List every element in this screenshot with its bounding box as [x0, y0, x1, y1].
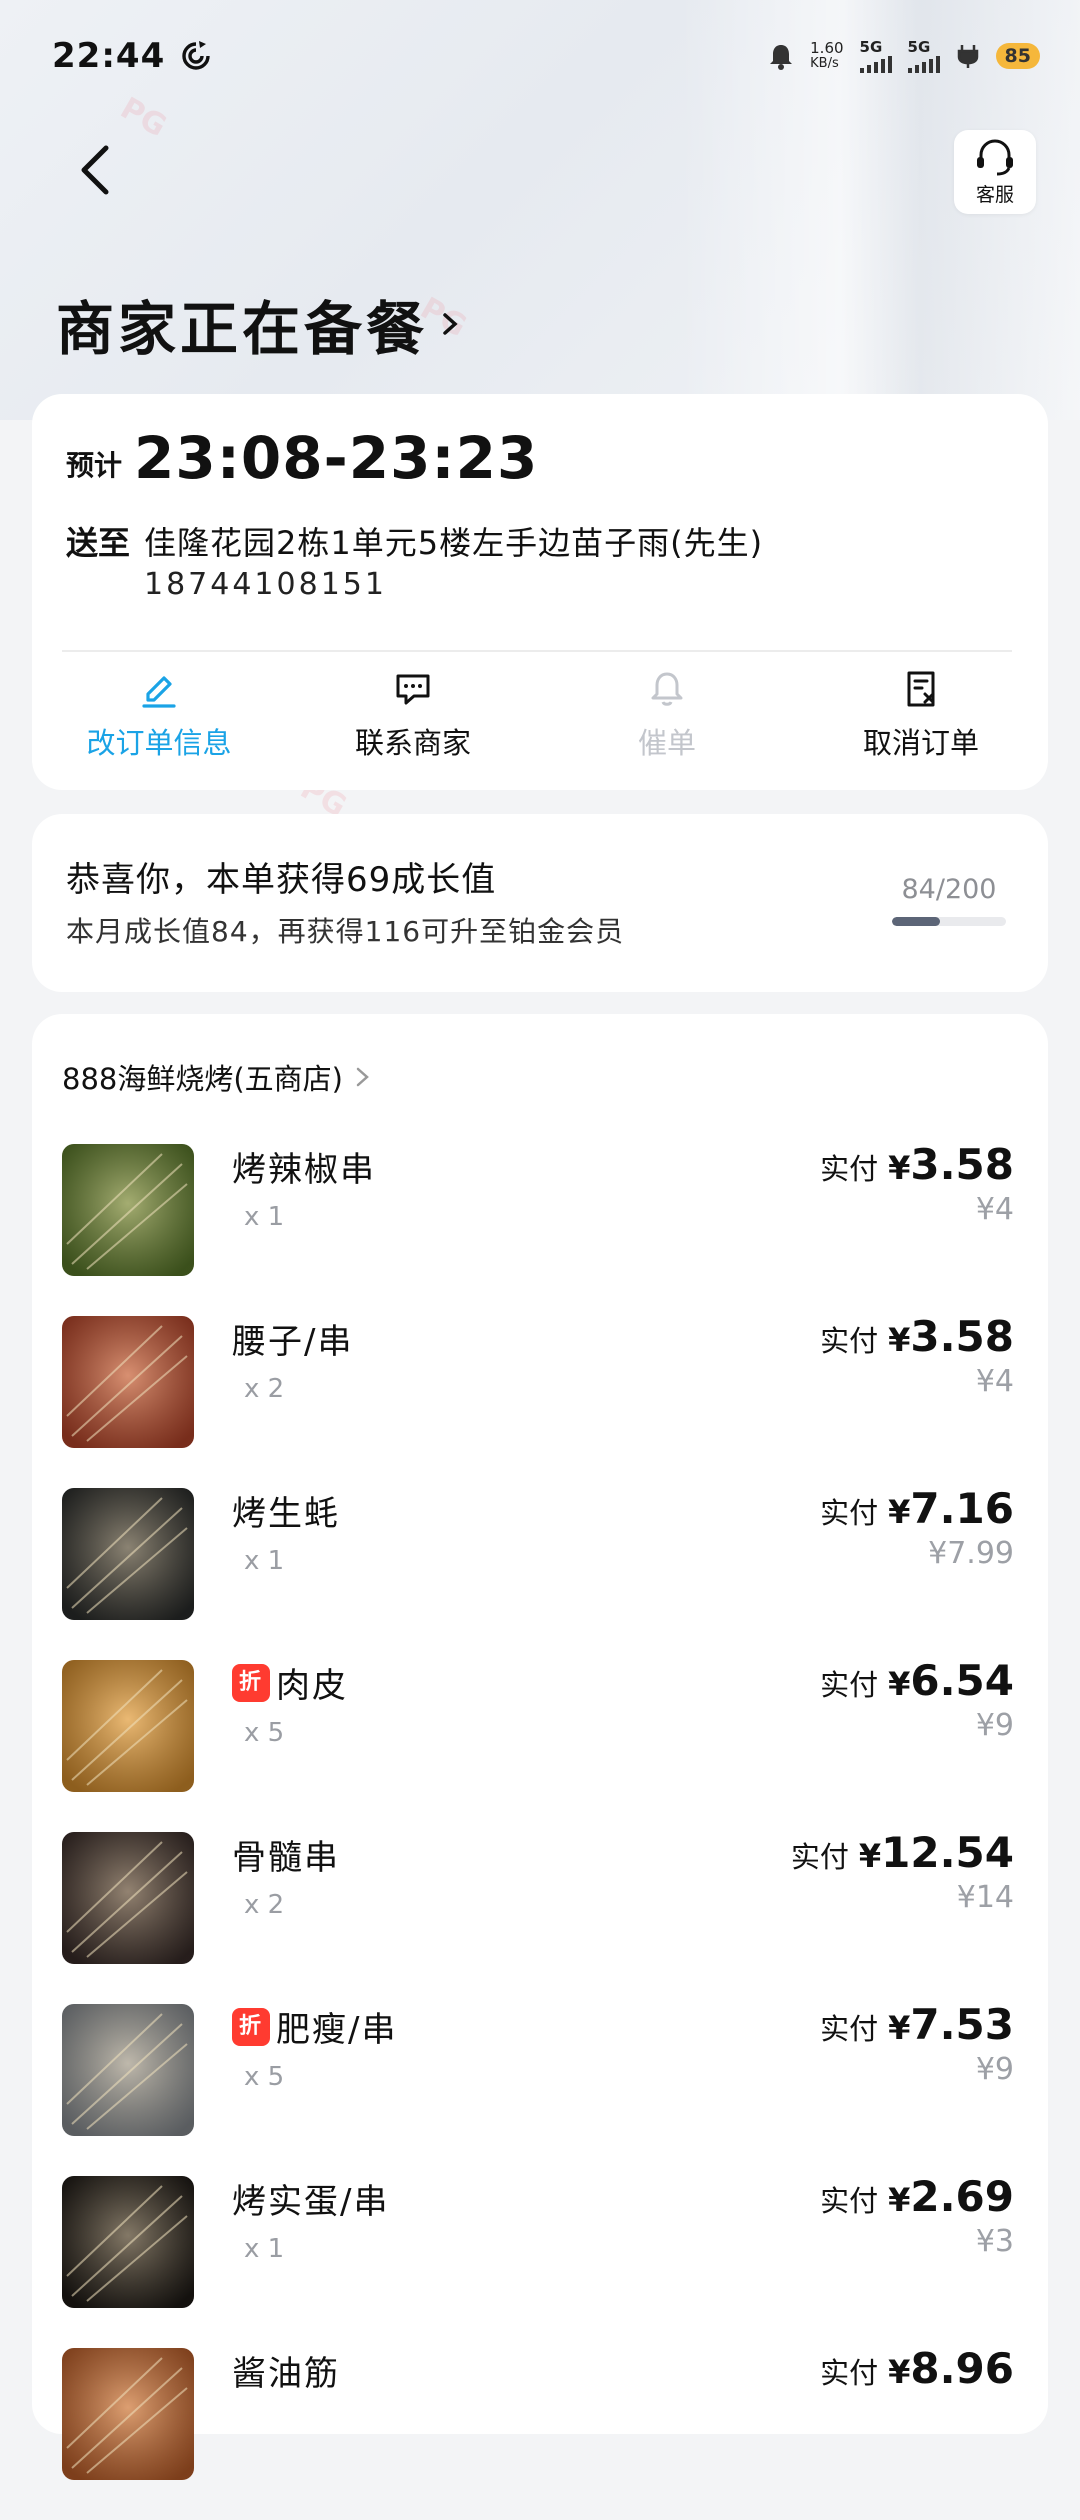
item-paid-price: 实付 ¥7.16 [820, 1484, 1014, 1533]
item-paid-price: 实付 ¥6.54 [820, 1656, 1014, 1705]
item-paid-price: 实付 ¥3.58 [820, 1312, 1014, 1361]
order-item[interactable]: 腰子/串 x 2 实付 ¥3.58 ¥4 [62, 1312, 1014, 1488]
item-name: 酱油筋 [232, 2354, 340, 2394]
order-items-card: 888海鲜烧烤(五商店) 烤辣椒串 x 1 实付 ¥3.58 ¥4 腰子/串 x 2 实付 ¥3… [32, 1014, 1048, 2480]
item-name: 折肥瘦/串 [232, 2002, 397, 2051]
address-label: 送至 [66, 524, 131, 562]
divider [62, 650, 1012, 652]
sim2-signal: 5G [907, 39, 940, 73]
address-text: 佳隆花园2栋1单元5楼左手边苗子雨(先生) [144, 524, 764, 562]
cancel-doc-icon [907, 671, 935, 707]
order-item[interactable]: 折肉皮 x 5 实付 ¥6.54 ¥9 [62, 1656, 1014, 1832]
item-name: 烤生蚝 [232, 1494, 340, 1534]
item-original-price: ¥7.99 [928, 1536, 1014, 1571]
item-original-price: ¥3 [975, 2224, 1014, 2259]
item-original-price: ¥4 [975, 1364, 1014, 1399]
growth-progress-text: 84/200 [901, 874, 997, 905]
eta: 预计 23:08-23:23 [66, 424, 538, 492]
item-name: 骨髓串 [232, 1838, 340, 1878]
item-quantity: x 5 [244, 1718, 285, 1748]
discount-tag: 折 [232, 1663, 270, 1702]
order-status-title[interactable]: 商家正在备餐 [56, 282, 460, 366]
order-actions: 改订单信息 联系商家 催单 取消订单 [32, 668, 1048, 768]
bell-icon [651, 672, 683, 706]
item-quantity: x 1 [244, 2234, 285, 2264]
growth-detail: 本月成长值84，再获得116可升至铂金会员 [66, 915, 625, 948]
chat-icon [396, 674, 430, 705]
growth-headline: 恭喜你，本单获得69成长值 [66, 860, 497, 900]
item-image [62, 1488, 194, 1620]
item-paid-price: 实付 ¥7.53 [820, 2000, 1014, 2049]
sim1-signal: 5G [859, 39, 892, 73]
delivery-card: 预计 23:08-23:23 送至 佳隆花园2栋1单元5楼左手边苗子雨(先生) … [32, 394, 1048, 790]
item-quantity: x 5 [244, 2062, 285, 2092]
eta-label: 预计 [66, 449, 123, 482]
delivery-address: 送至 佳隆花园2栋1单元5楼左手边苗子雨(先生) 18744108151 [66, 522, 763, 606]
item-name: 腰子/串 [232, 1322, 354, 1362]
item-image [62, 2348, 194, 2480]
item-image [62, 2176, 194, 2308]
item-paid-price: 实付 ¥3.58 [820, 1140, 1014, 1189]
item-name: 折肉皮 [232, 1658, 348, 1707]
item-name: 烤实蛋/串 [232, 2182, 390, 2222]
eta-time: 23:08-23:23 [134, 424, 539, 492]
item-name: 烤辣椒串 [232, 1150, 376, 1190]
item-original-price: ¥9 [975, 1708, 1014, 1743]
growth-progress: 84/200 [892, 874, 1006, 926]
order-item[interactable]: 烤辣椒串 x 1 实付 ¥3.58 ¥4 [62, 1140, 1014, 1316]
item-quantity: x 1 [244, 1202, 285, 1232]
order-item[interactable]: 烤生蚝 x 1 实付 ¥7.16 ¥7.99 [62, 1484, 1014, 1660]
item-original-price: ¥14 [956, 1880, 1014, 1915]
item-image [62, 2004, 194, 2136]
net-speed: 1.60 KB/s [810, 39, 844, 71]
item-original-price: ¥4 [975, 1192, 1014, 1227]
item-original-price: ¥9 [975, 2052, 1014, 2087]
order-item[interactable]: 折肥瘦/串 x 5 实付 ¥7.53 ¥9 [62, 2000, 1014, 2176]
phone-number: 18744108151 [144, 567, 387, 602]
chevron-right-icon [356, 1067, 369, 1087]
discount-tag: 折 [232, 2007, 270, 2046]
edit-order-button[interactable]: 改订单信息 [32, 668, 286, 768]
status-bar: 22:44 1.60 KB/s 5G 5G 85 [52, 32, 1040, 80]
item-quantity: x 2 [244, 1374, 285, 1404]
sync-icon [182, 41, 210, 70]
customer-service-label: 客服 [975, 183, 1014, 206]
customer-service-button[interactable]: 客服 [954, 130, 1036, 214]
item-paid-price: 实付 ¥8.96 [820, 2344, 1014, 2393]
order-item[interactable]: 骨髓串 x 2 实付 ¥12.54 ¥14 [62, 1828, 1014, 2004]
status-time: 22:44 [52, 36, 166, 76]
item-quantity: x 2 [244, 1890, 285, 1920]
growth-card[interactable]: 恭喜你，本单获得69成长值 本月成长值84，再获得116可升至铂金会员 84/2… [32, 814, 1048, 992]
urge-order-button[interactable]: 催单 [540, 668, 794, 768]
item-paid-price: 实付 ¥12.54 [790, 1828, 1014, 1877]
edit-icon [142, 676, 176, 708]
battery-level: 85 [995, 43, 1040, 69]
shop-name: 888海鲜烧烤(五商店) [62, 1062, 343, 1096]
page-title: 商家正在备餐 [56, 295, 429, 363]
growth-progress-bar [892, 917, 1006, 926]
contact-merchant-button[interactable]: 联系商家 [286, 668, 540, 768]
order-item[interactable]: 烤实蛋/串 x 1 实付 ¥2.69 ¥3 [62, 2172, 1014, 2348]
cancel-order-button[interactable]: 取消订单 [794, 668, 1048, 768]
order-item[interactable]: 酱油筋 实付 ¥8.96 [62, 2344, 1014, 2520]
item-quantity: x 1 [244, 1546, 285, 1576]
item-image [62, 1660, 194, 1792]
headset-icon [977, 139, 1013, 175]
bell-mute-icon [770, 45, 793, 70]
chevron-right-icon [443, 313, 458, 335]
charging-icon [957, 45, 978, 68]
item-image [62, 1832, 194, 1964]
item-image [62, 1144, 194, 1276]
shop-link[interactable]: 888海鲜烧烤(五商店) [62, 1056, 371, 1098]
item-paid-price: 实付 ¥2.69 [820, 2172, 1014, 2221]
back-arrow-icon[interactable] [70, 140, 120, 200]
item-image [62, 1316, 194, 1448]
